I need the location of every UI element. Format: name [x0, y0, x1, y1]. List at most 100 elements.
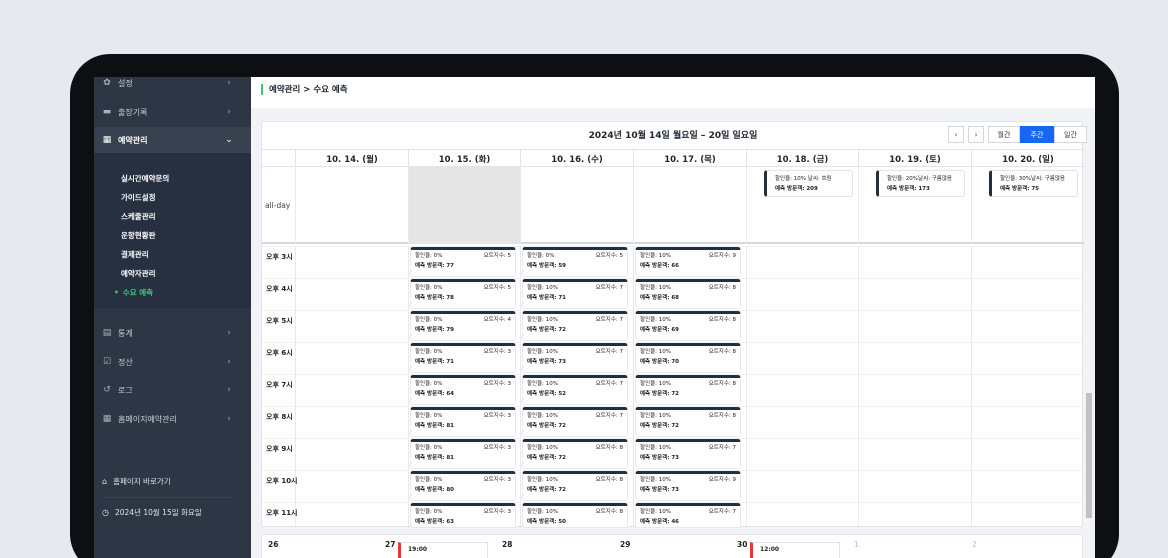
submenu-schedule[interactable]: 스케줄관리	[121, 211, 156, 222]
discount-rate: 할인율: 10%	[527, 317, 559, 323]
forecast-event-tue[interactable]: 할인율: 0% 요트지수: 4 예측 방문객: 79	[410, 311, 516, 341]
forecast-event-wed[interactable]: 할인율: 10% 요트지수: 8 예측 방문객: 72	[522, 471, 628, 501]
forecast-visitors: 예측 방문객: 50	[527, 518, 566, 525]
submenu-guide-settings[interactable]: 가이드설정	[121, 192, 156, 203]
forecast-event-wed[interactable]: 할인율: 10% 요트지수: 8 예측 방문객: 72	[522, 439, 628, 469]
forecast-event-thu[interactable]: 할인율: 10% 요트지수: 8 예측 방문객: 69	[635, 311, 741, 341]
day-header: 10. 14. (월)	[295, 150, 408, 167]
yacht-index: 요트지수: 3	[483, 349, 511, 355]
forecast-event-tue[interactable]: 할인율: 0% 요트지수: 3 예측 방문객: 64	[410, 375, 516, 405]
forecast-card-sat[interactable]: 할인율: 20%날씨: 구름많음 예측 방문객: 173	[876, 170, 965, 197]
forecast-event-wed[interactable]: 할인율: 10% 요트지수: 7 예측 방문객: 72	[522, 407, 628, 437]
view-day-button[interactable]: 일간	[1054, 126, 1087, 143]
submenu-operation-board[interactable]: 운항현황판	[121, 230, 156, 241]
sidebar-item-homepage-reservation[interactable]: ▦ 홈페이지예약관리 ›	[94, 406, 251, 432]
forecast-event-wed[interactable]: 할인율: 10% 요트지수: 8 예측 방문객: 50	[522, 503, 628, 528]
discount-rate: 할인율: 10%	[527, 381, 559, 387]
prev-week-button[interactable]: ‹	[948, 126, 964, 143]
forecast-event-tue[interactable]: 할인율: 0% 요트지수: 3 예측 방문객: 63	[410, 503, 516, 528]
column-divider	[633, 246, 634, 528]
forecast-visitors: 예측 방문객: 52	[527, 390, 566, 397]
column-divider	[858, 167, 859, 244]
view-week-button[interactable]: 주간	[1020, 126, 1054, 143]
discount-rate: 할인율: 10%	[640, 317, 672, 323]
scrollbar-thumb[interactable]	[1086, 393, 1092, 518]
time-slot-label: 오후 10시	[266, 477, 298, 485]
current-date: ◷ 2024년 10월 15일 화요일	[102, 508, 202, 517]
sidebar-item-settings[interactable]: ✿ 설정 ›	[94, 77, 251, 96]
forecast-event-thu[interactable]: 할인율: 10% 요트지수: 8 예측 방문객: 72	[635, 375, 741, 405]
discount-rate: 할인율: 10%	[640, 477, 672, 483]
forecast-visitors: 예측 방문객: 71	[527, 294, 566, 301]
forecast-visitors: 예측 방문객: 72	[527, 486, 566, 493]
forecast-event-thu[interactable]: 할인율: 10% 요트지수: 7 예측 방문객: 46	[635, 503, 741, 528]
forecast-event-thu[interactable]: 할인율: 10% 요트지수: 8 예측 방문객: 68	[635, 279, 741, 309]
yacht-index: 요트지수: 5	[483, 285, 511, 291]
forecast-event-wed[interactable]: 할인율: 10% 요트지수: 7 예측 방문객: 73	[522, 343, 628, 373]
forecast-visitors: 예측 방문객: 59	[527, 262, 566, 269]
homepage-link[interactable]: ⌂ 홈페이지 바로가기	[94, 476, 251, 487]
column-divider	[746, 246, 747, 528]
forecast-event-tue[interactable]: 할인율: 0% 요트지수: 3 예측 방문객: 80	[410, 471, 516, 501]
forecast-card-fri[interactable]: 할인율: 10% 날씨: 흐림 예측 방문객: 209	[764, 170, 853, 197]
forecast-event-wed[interactable]: 할인율: 10% 요트지수: 7 예측 방문객: 52	[522, 375, 628, 405]
column-divider	[295, 167, 296, 244]
yacht-index: 요트지수: 7	[595, 285, 623, 291]
reservation-submenu: 실시간예약문의 가이드설정 스케줄관리 운항현황판 결제관리 예약자관리 수요 …	[94, 153, 251, 308]
view-month-button[interactable]: 월간	[988, 126, 1020, 143]
forecast-event-tue[interactable]: 할인율: 0% 요트지수: 5 예측 방문객: 77	[410, 247, 516, 277]
forecast-event-thu[interactable]: 할인율: 10% 요트지수: 7 예측 방문객: 73	[635, 439, 741, 469]
submenu-demand-forecast[interactable]: 수요 예측	[121, 287, 153, 298]
submenu-payment[interactable]: 결제관리	[121, 249, 149, 260]
sidebar-item-reservation[interactable]: ▦ 예약관리 ⌄	[94, 127, 251, 153]
discount-rate: 할인율: 0%	[415, 285, 443, 291]
forecast-event-thu[interactable]: 할인율: 10% 요트지수: 9 예측 방문객: 73	[635, 471, 741, 501]
column-divider	[971, 167, 972, 244]
calendar-icon: ▦	[102, 135, 112, 145]
forecast-event-wed[interactable]: 할인율: 0% 요트지수: 5 예측 방문객: 59	[522, 247, 628, 277]
sidebar-item-settlement[interactable]: ☑ 정산 ›	[94, 349, 251, 375]
month-event-card[interactable]: 12:00	[750, 542, 840, 558]
day-header: 10. 19. (토)	[858, 150, 971, 167]
month-event-card[interactable]: 19:00	[398, 542, 488, 558]
yacht-index: 요트지수: 8	[708, 285, 736, 291]
month-day: 2	[972, 540, 977, 549]
forecast-event-tue[interactable]: 할인율: 0% 요트지수: 3 예측 방문객: 81	[410, 439, 516, 469]
discount-rate: 할인율: 0%	[415, 253, 443, 259]
submenu-reservers[interactable]: 예약자관리	[121, 268, 156, 279]
next-week-button[interactable]: ›	[968, 126, 984, 143]
forecast-visitors: 예측 방문객: 78	[415, 294, 454, 301]
forecast-event-thu[interactable]: 할인율: 10% 요트지수: 8 예측 방문객: 72	[635, 407, 741, 437]
forecast-event-thu[interactable]: 할인율: 10% 요트지수: 8 예측 방문객: 70	[635, 343, 741, 373]
yacht-index: 요트지수: 5	[483, 253, 511, 259]
forecast-visitors: 예측 방문객: 68	[640, 294, 679, 301]
forecast-event-thu[interactable]: 할인율: 10% 요트지수: 9 예측 방문객: 66	[635, 247, 741, 277]
forecast-event-wed[interactable]: 할인율: 10% 요트지수: 7 예측 방문객: 72	[522, 311, 628, 341]
folder-icon: ▬	[102, 107, 112, 117]
month-day: 1	[854, 540, 859, 549]
yacht-index: 요트지수: 3	[483, 445, 511, 451]
discount-rate: 할인율: 10%	[640, 413, 672, 419]
discount-rate: 할인율: 10%	[527, 285, 559, 291]
forecast-event-tue[interactable]: 할인율: 0% 요트지수: 5 예측 방문객: 78	[410, 279, 516, 309]
discount-rate: 할인율: 0%	[415, 477, 443, 483]
column-divider	[971, 246, 972, 528]
sidebar-item-log[interactable]: ↺ 로그 ›	[94, 377, 251, 403]
day-header-row: 10. 14. (월) 10. 15. (화) 10. 16. (수) 10. …	[262, 149, 1084, 167]
submenu-realtime-inquiry[interactable]: 실시간예약문의	[121, 173, 169, 184]
forecast-event-tue[interactable]: 할인율: 0% 요트지수: 3 예측 방문객: 71	[410, 343, 516, 373]
forecast-event-tue[interactable]: 할인율: 0% 요트지수: 3 예측 방문객: 81	[410, 407, 516, 437]
sidebar-item-trip-log[interactable]: ▬ 출장기록 ›	[94, 99, 251, 125]
sidebar-item-stats[interactable]: ▤ 통계 ›	[94, 320, 251, 346]
yacht-index: 요트지수: 7	[595, 381, 623, 387]
forecast-card-sun[interactable]: 할인율: 30%날씨: 구름많음 예측 방문객: 75	[989, 170, 1078, 197]
time-slot-label: 오후 9시	[266, 445, 293, 453]
time-slot-label: 오후 6시	[266, 349, 293, 357]
discount-rate: 할인율: 0%	[527, 253, 555, 259]
forecast-event-wed[interactable]: 할인율: 10% 요트지수: 7 예측 방문객: 71	[522, 279, 628, 309]
forecast-visitors: 예측 방문객: 77	[415, 262, 454, 269]
discount-rate: 할인율: 10%	[640, 509, 672, 515]
column-divider	[858, 246, 859, 528]
forecast-visitors: 예측 방문객: 79	[415, 326, 454, 333]
weekly-calendar: 2024년 10월 14일 월요일 – 20일 일요일 ‹ › 월간 주간 일간…	[261, 121, 1092, 529]
